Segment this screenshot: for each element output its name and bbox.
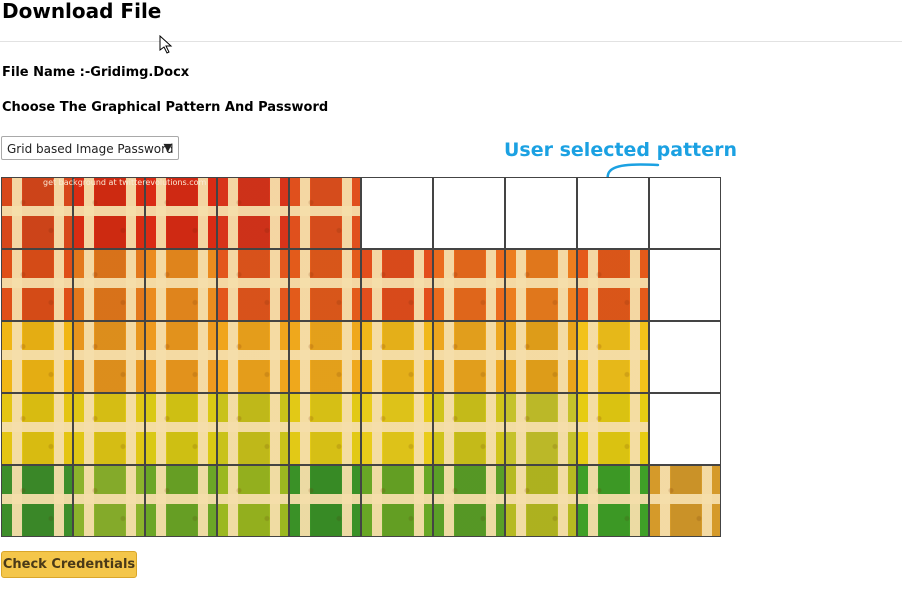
grid-cell-image[interactable] bbox=[73, 177, 145, 249]
user-selected-pattern-annotation: User selected pattern bbox=[504, 139, 738, 161]
grid-cell-image[interactable] bbox=[1, 249, 73, 321]
grid-cell-image[interactable] bbox=[145, 465, 217, 537]
grid-cell-image[interactable] bbox=[145, 249, 217, 321]
triangle-down-icon: ▼ bbox=[163, 141, 172, 154]
grid-cell-image[interactable] bbox=[505, 249, 577, 321]
check-credentials-button[interactable]: Check Credentials bbox=[1, 551, 137, 578]
grid-cell-image[interactable] bbox=[1, 321, 73, 393]
password-type-selected: Grid based Image Password bbox=[7, 142, 174, 156]
grid-cell-selected[interactable] bbox=[505, 177, 577, 249]
grid-cell-image[interactable] bbox=[217, 321, 289, 393]
page-title: Download File bbox=[2, 0, 162, 23]
grid-cell-image[interactable] bbox=[433, 249, 505, 321]
grid-cell-image[interactable] bbox=[505, 465, 577, 537]
grid-cell-image[interactable] bbox=[577, 321, 649, 393]
grid-cell-selected[interactable] bbox=[649, 249, 721, 321]
grid-cell-image[interactable] bbox=[145, 393, 217, 465]
grid-cell-image[interactable] bbox=[145, 321, 217, 393]
grid-cell-image[interactable] bbox=[1, 393, 73, 465]
grid-cell-image[interactable] bbox=[361, 465, 433, 537]
grid-cell-image[interactable] bbox=[505, 393, 577, 465]
grid-cell-image[interactable] bbox=[217, 393, 289, 465]
file-name-label: File Name :-Gridimg.Docx bbox=[2, 65, 190, 80]
grid-cell-image[interactable] bbox=[433, 321, 505, 393]
password-type-select[interactable]: Grid based Image Password ▼ bbox=[1, 136, 179, 160]
image-password-grid[interactable] bbox=[1, 177, 721, 537]
grid-cell-selected[interactable] bbox=[649, 321, 721, 393]
grid-cell-selected[interactable] bbox=[361, 177, 433, 249]
grid-cell-image[interactable] bbox=[145, 177, 217, 249]
grid-cell-image[interactable] bbox=[577, 465, 649, 537]
grid-cell-image[interactable] bbox=[577, 393, 649, 465]
grid-cell-selected[interactable] bbox=[649, 393, 721, 465]
pattern-instructions: Choose The Graphical Pattern And Passwor… bbox=[2, 100, 329, 115]
grid-cell-image[interactable] bbox=[217, 249, 289, 321]
grid-cell-selected[interactable] bbox=[649, 177, 721, 249]
grid-cell-image[interactable] bbox=[577, 249, 649, 321]
grid-cell-image[interactable] bbox=[361, 393, 433, 465]
divider bbox=[0, 41, 902, 42]
grid-cell-image[interactable] bbox=[73, 249, 145, 321]
grid-cell-selected[interactable] bbox=[433, 177, 505, 249]
grid-cell-image[interactable] bbox=[289, 177, 361, 249]
grid-cell-image[interactable] bbox=[73, 321, 145, 393]
grid-cell-image[interactable] bbox=[361, 249, 433, 321]
grid-cell-image[interactable] bbox=[289, 393, 361, 465]
grid-cell-image[interactable] bbox=[73, 393, 145, 465]
grid-cell-image[interactable] bbox=[217, 465, 289, 537]
grid-cell-image[interactable] bbox=[649, 465, 721, 537]
grid-cell-image[interactable] bbox=[217, 177, 289, 249]
grid-cell-image[interactable] bbox=[433, 393, 505, 465]
grid-cell-image[interactable] bbox=[289, 249, 361, 321]
grid-cell-image[interactable] bbox=[1, 465, 73, 537]
mouse-cursor-icon bbox=[159, 35, 173, 54]
image-watermark: get background at twitterevolutions.com bbox=[43, 178, 207, 187]
grid-cell-image[interactable] bbox=[289, 321, 361, 393]
grid-cell-image[interactable] bbox=[1, 177, 73, 249]
grid-cell-image[interactable] bbox=[433, 465, 505, 537]
grid-cell-image[interactable] bbox=[505, 321, 577, 393]
grid-cell-image[interactable] bbox=[361, 321, 433, 393]
grid-cell-image[interactable] bbox=[289, 465, 361, 537]
grid-cell-selected[interactable] bbox=[577, 177, 649, 249]
grid-cell-image[interactable] bbox=[73, 465, 145, 537]
